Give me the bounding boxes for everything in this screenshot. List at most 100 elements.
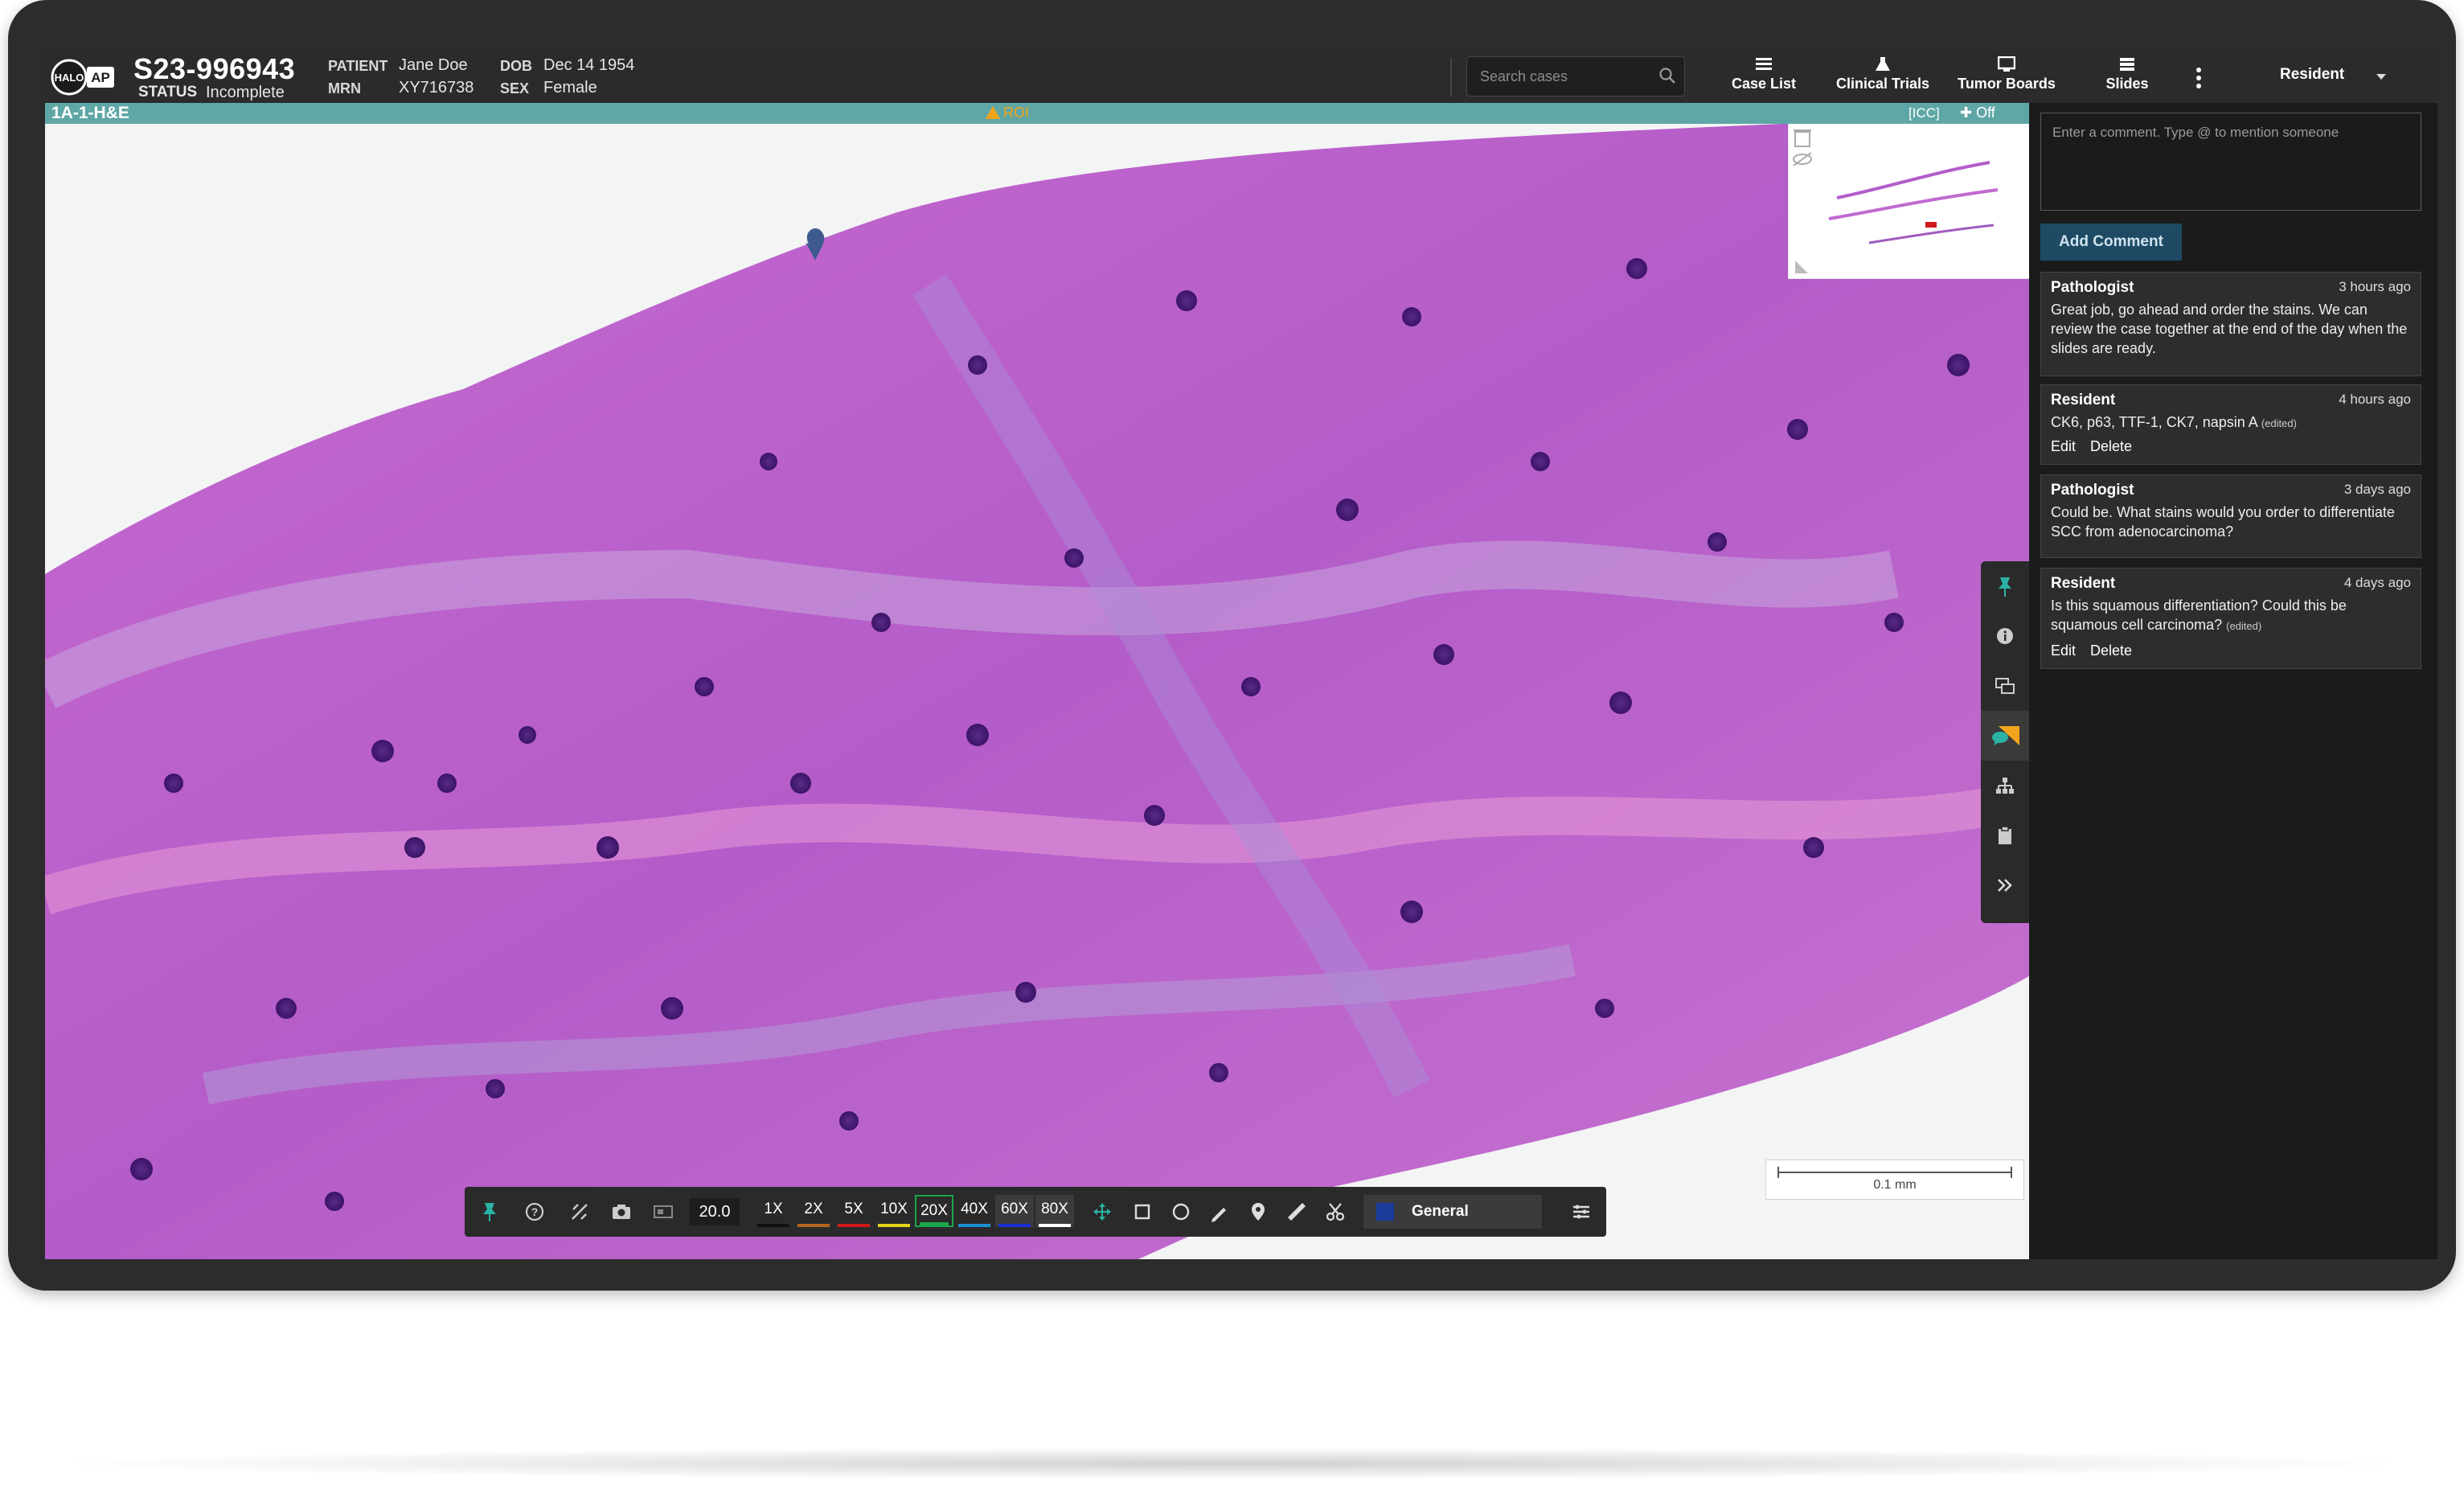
slide-name[interactable]: 1A-1-H&E <box>51 104 129 123</box>
zoom-40x-button[interactable]: 40X <box>955 1195 994 1227</box>
comment-time: 4 days ago <box>2343 575 2411 590</box>
zoom-40x-underline <box>958 1224 990 1227</box>
roi-warning[interactable]: ROI <box>986 105 1029 121</box>
pin-toggle[interactable]: ✚ Off <box>1960 105 1995 121</box>
comments-tool[interactable] <box>1981 711 2029 761</box>
layer-color-swatch <box>1376 1203 1394 1221</box>
roi-label: ROI <box>1003 105 1030 121</box>
nav-clinical-trials-label: Clinical Trials <box>1835 76 1930 92</box>
pin-icon: ✚ <box>1960 105 1977 121</box>
annotation-layer-select[interactable]: General <box>1363 1195 1542 1229</box>
pin-toggle-label: Off <box>1976 105 1995 121</box>
camera-icon[interactable] <box>611 1201 632 1222</box>
warning-icon <box>986 106 1000 119</box>
edit-link[interactable]: Edit <box>2051 438 2076 454</box>
zoom-5x-underline <box>838 1224 870 1227</box>
zoom-10x-button[interactable]: 10X <box>875 1195 913 1227</box>
scissors-icon[interactable] <box>1325 1201 1346 1222</box>
nav-case-list[interactable]: Case List <box>1716 56 1812 100</box>
search-input[interactable] <box>1467 57 1658 96</box>
info-tool[interactable] <box>1981 611 2029 661</box>
edit-link[interactable]: Edit <box>2051 642 2076 659</box>
comment-body: CK6, p63, TTF-1, CK7, napsin A <box>2051 414 2257 430</box>
zoom-60x-underline <box>998 1224 1031 1227</box>
hide-icon[interactable] <box>1793 152 1812 166</box>
hierarchy-tool[interactable] <box>1981 761 2029 811</box>
nav-slides-label: Slides <box>2105 76 2149 92</box>
clipboard-icon <box>1999 826 2011 844</box>
sex-value: Female <box>543 79 597 96</box>
link-off-icon[interactable] <box>569 1201 590 1222</box>
svg-text:AP: AP <box>91 70 110 85</box>
delete-link[interactable]: Delete <box>2090 438 2132 454</box>
comment-card: Resident 4 days ago Is this squamous dif… <box>2040 568 2421 669</box>
comment-body: Is this squamous differentiation? Could … <box>2051 597 2347 633</box>
chevron-down-icon[interactable] <box>2376 74 2386 80</box>
pin-tool[interactable] <box>1981 561 2029 611</box>
halo-ap-logo[interactable]: HALO AP <box>50 56 117 98</box>
delete-link[interactable]: Delete <box>2090 642 2132 659</box>
more-options-icon[interactable] <box>2195 66 2203 90</box>
search-icon[interactable] <box>1658 67 1676 84</box>
ellipse-tool-icon[interactable] <box>1171 1201 1191 1222</box>
monitor-icon <box>1998 56 2015 72</box>
clipboard-tool[interactable] <box>1981 811 2029 860</box>
zoom-60x-label: 60X <box>1001 1201 1028 1217</box>
dob-label: DOB <box>500 58 532 74</box>
marker-tool-icon[interactable] <box>1248 1201 1269 1222</box>
trash-icon[interactable] <box>1794 129 1811 147</box>
patient-label: PATIENT <box>328 58 388 74</box>
header-divider <box>1450 58 1452 96</box>
zoom-1x-label: 1X <box>764 1201 783 1217</box>
pan-icon[interactable] <box>1092 1201 1113 1222</box>
ruler-tool-icon[interactable] <box>1286 1201 1307 1222</box>
scale-line <box>1777 1167 2012 1178</box>
slide-viewer[interactable]: 0.1 mm <box>45 124 2029 1259</box>
zoom-20x-button[interactable]: 20X <box>915 1195 953 1227</box>
label-icon[interactable] <box>653 1201 674 1222</box>
flask-icon <box>1876 57 1890 71</box>
zoom-10x-label: 10X <box>880 1201 908 1217</box>
rectangle-tool-icon[interactable] <box>1132 1201 1153 1222</box>
comment-time: 3 hours ago <box>2339 279 2411 294</box>
zoom-2x-button[interactable]: 2X <box>794 1195 833 1227</box>
freehand-tool-icon[interactable] <box>1209 1201 1230 1222</box>
collapse-panel-button[interactable] <box>1981 860 2029 910</box>
app-screen: HALO AP S23-996943 STATUS Incomplete PAT… <box>45 51 2437 1259</box>
compare-tool[interactable] <box>1981 661 2029 711</box>
comment-actions: Edit Delete <box>2051 642 2146 659</box>
zoom-80x-underline <box>1039 1224 1071 1227</box>
zoom-80x-button[interactable]: 80X <box>1035 1195 1074 1227</box>
zoom-1x-button[interactable]: 1X <box>754 1195 793 1227</box>
svg-text:?: ? <box>531 1205 539 1218</box>
settings-sliders-icon[interactable] <box>1571 1201 1592 1222</box>
help-icon[interactable]: ? <box>524 1201 545 1222</box>
comment-input[interactable] <box>2040 113 2421 211</box>
comments-panel: Add Comment Pathologist 3 hours ago Grea… <box>2029 103 2437 1259</box>
zoom-80x-label: 80X <box>1041 1201 1068 1217</box>
slide-title-bar: 1A-1-H&E ROI [ICC] ✚ Off <box>45 103 2029 124</box>
zoom-5x-label: 5X <box>844 1201 863 1217</box>
comment-card: Pathologist 3 days ago Could be. What st… <box>2040 474 2421 558</box>
zoom-60x-button[interactable]: 60X <box>995 1195 1034 1227</box>
nav-tumor-boards[interactable]: Tumor Boards <box>1950 56 2063 100</box>
slide-thumbnail[interactable] <box>1788 124 2029 279</box>
layer-label: General <box>1412 1203 1469 1220</box>
edited-tag: (edited) <box>2226 620 2262 632</box>
zoom-value[interactable]: 20.0 <box>690 1198 740 1225</box>
add-comment-button[interactable]: Add Comment <box>2040 224 2182 261</box>
nav-slides[interactable]: Slides <box>2095 56 2159 100</box>
comment-icon <box>1992 726 2019 745</box>
case-number: S23-996943 <box>133 52 296 85</box>
mrn-value: XY716738 <box>399 79 474 96</box>
nav-clinical-trials[interactable]: Clinical Trials <box>1828 56 1937 100</box>
sex-label: SEX <box>500 80 530 96</box>
user-menu[interactable]: Resident <box>2280 66 2344 84</box>
zoom-2x-underline <box>797 1224 830 1227</box>
icc-toggle[interactable]: [ICC] <box>1908 105 1940 121</box>
compare-icon <box>1995 678 2015 694</box>
zoom-10x-underline <box>878 1224 910 1227</box>
zoom-5x-button[interactable]: 5X <box>834 1195 873 1227</box>
slides-icon <box>2120 58 2134 71</box>
pin-icon[interactable] <box>479 1201 500 1222</box>
